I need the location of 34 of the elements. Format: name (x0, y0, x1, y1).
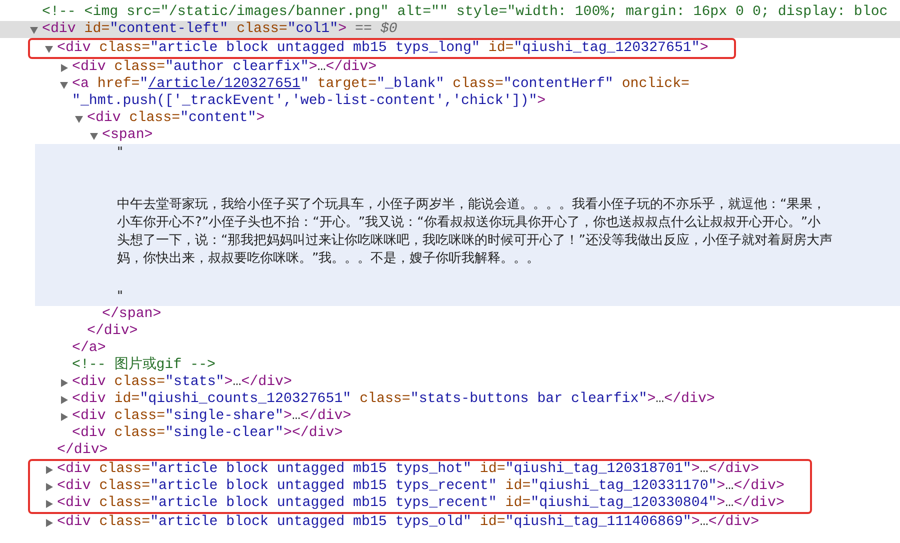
dom-node-row[interactable]: <span> (0, 127, 900, 144)
dom-node-row[interactable]: <div class="single-clear"></div> (0, 425, 900, 442)
dom-node-row[interactable]: <div class="author clearfix">…</div> (0, 59, 900, 76)
down-triangle-icon[interactable] (60, 80, 68, 88)
right-triangle-icon[interactable] (45, 482, 53, 490)
right-triangle-icon[interactable] (60, 412, 68, 420)
dom-node-row[interactable]: <div class="content"> (0, 110, 900, 127)
comment-row[interactable]: <!-- 图片或gif --> (0, 357, 900, 374)
dom-node-row[interactable]: <div id="qiushi_counts_120327651" class="stats-buttons bar clearfix">…</div> (0, 391, 900, 408)
down-triangle-icon[interactable] (45, 44, 53, 52)
right-triangle-icon[interactable] (60, 378, 68, 386)
dom-node-row[interactable]: <div class="single-share">…</div> (0, 408, 900, 425)
down-triangle-icon[interactable] (75, 114, 83, 122)
dom-node-row[interactable]: <div class="article block untagged mb15 typs_old" id="qiushi_tag_111406869">…</div> (0, 514, 900, 531)
comment-row[interactable]: <!-- <img src="/static/images/banner.png" alt="" style="width: 100%; margin: 16px 0 0; display: bloc (0, 4, 900, 21)
right-triangle-icon[interactable] (60, 396, 68, 404)
right-triangle-icon[interactable] (45, 500, 53, 508)
down-triangle-icon[interactable] (30, 26, 38, 34)
down-triangle-icon[interactable] (90, 132, 98, 140)
right-triangle-icon[interactable] (45, 466, 53, 474)
right-triangle-icon[interactable] (45, 518, 53, 526)
dom-node-row[interactable]: <div class="article block untagged mb15 typs_long" id="qiushi_tag_120327651"> (30, 40, 708, 57)
dom-node-row[interactable]: <div id="content-left" class="col1"> == $0 (0, 21, 900, 38)
dom-node-row[interactable]: <div class="article block untagged mb15 typs_hot" id="qiushi_tag_120318701">…</div> (30, 461, 784, 478)
link[interactable]: /article/120327651 (148, 76, 300, 92)
dom-node-row[interactable]: </div> (0, 442, 900, 459)
right-triangle-icon[interactable] (60, 64, 68, 72)
dom-node-row[interactable]: </div> (0, 323, 900, 340)
dom-node-row[interactable]: <div class="article block untagged mb15 typs_recent" id="qiushi_tag_120331170">…</div> (30, 478, 784, 495)
dom-node-row[interactable]: </a> (0, 340, 900, 357)
dom-node-row[interactable]: <div class="stats">…</div> (0, 374, 900, 391)
dom-node-row[interactable]: <a href="/article/120327651" target="_blank" class="contentHerf" onclick= "_hmt.push(['_trackEvent','web-list-content','chick'])"> (0, 76, 900, 110)
dom-node-row[interactable]: </span> (0, 306, 900, 323)
dom-node-row[interactable]: <div class="article block untagged mb15 typs_recent" id="qiushi_tag_120330804">…</div> (30, 495, 784, 512)
